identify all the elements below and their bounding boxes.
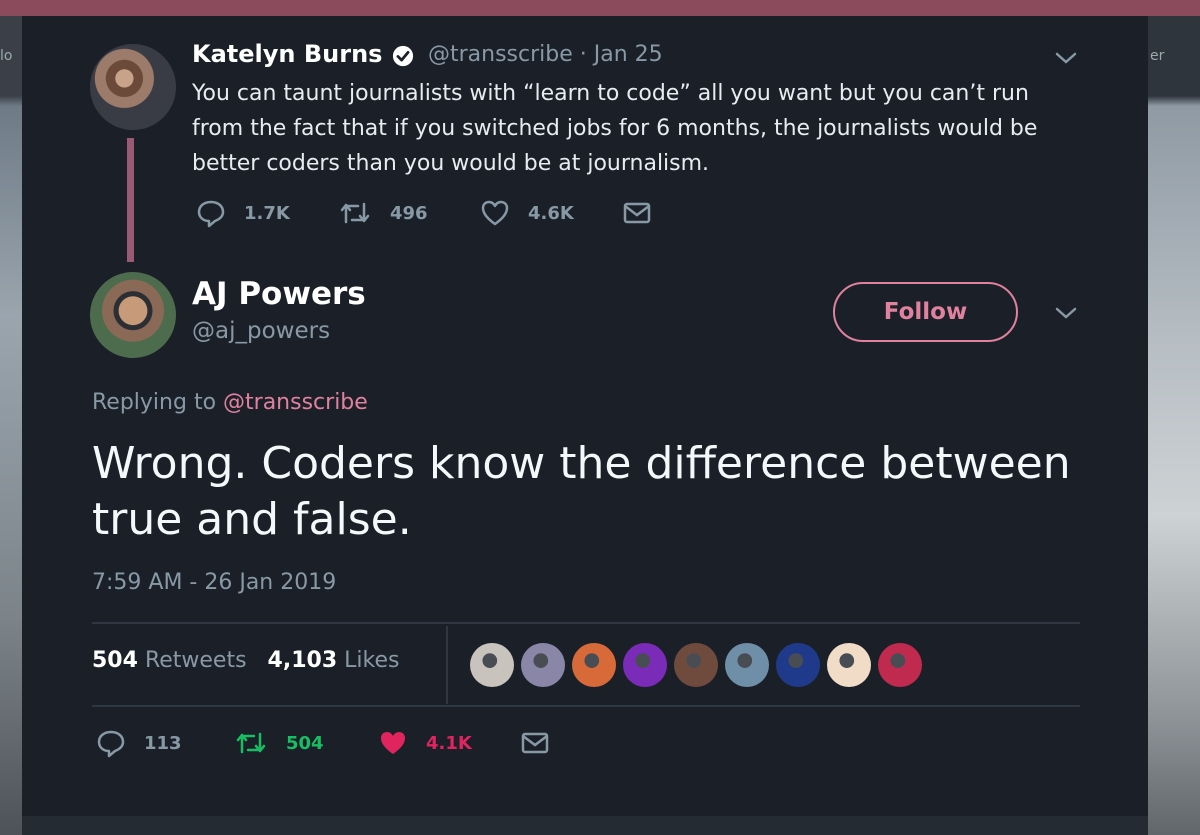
replying-to: Replying to @transscribe <box>92 390 368 415</box>
liker-avatar[interactable] <box>776 643 820 687</box>
card-footer-strip <box>22 816 1148 835</box>
thread-connector <box>127 138 134 262</box>
retweet-icon <box>340 202 370 224</box>
divider <box>92 705 1080 707</box>
verified-badge-icon <box>392 45 414 67</box>
author-handle[interactable]: @aj_powers <box>192 318 330 344</box>
retweet-count: 496 <box>390 202 428 224</box>
chevron-down-icon[interactable] <box>1054 305 1078 321</box>
parent-handle-date[interactable]: @transscribe · Jan 25 <box>428 42 663 67</box>
direct-message-button[interactable] <box>520 728 568 758</box>
likes-stat[interactable]: 4,103 Likes <box>268 648 400 673</box>
avatar-katelyn-burns[interactable] <box>90 44 176 130</box>
divider-vertical <box>446 626 448 704</box>
chevron-down-icon[interactable] <box>1054 50 1078 66</box>
avatar-aj-powers[interactable] <box>90 272 176 358</box>
heart-icon <box>481 200 509 226</box>
retweet-button[interactable]: 496 <box>338 198 428 228</box>
replying-prefix: Replying to <box>92 390 224 415</box>
direct-message-button[interactable] <box>622 198 670 228</box>
parent-author-name[interactable]: Katelyn Burns <box>192 40 382 68</box>
like-count: 4.6K <box>528 202 574 224</box>
reply-icon <box>97 730 125 758</box>
background-left <box>0 16 22 835</box>
reply-button[interactable]: 1.7K <box>196 198 290 228</box>
liker-avatar[interactable] <box>674 643 718 687</box>
tweet-text: Wrong. Coders know the difference betwee… <box>92 438 1071 545</box>
background-right-text: er <box>1150 48 1165 64</box>
background-left-text: lo <box>0 48 13 64</box>
reply-count: 1.7K <box>244 202 290 224</box>
like-count: 4.1K <box>426 732 472 754</box>
reply-count: 113 <box>144 732 182 754</box>
tweet-timestamp[interactable]: 7:59 AM - 26 Jan 2019 <box>92 570 336 595</box>
liker-avatar[interactable] <box>878 643 922 687</box>
envelope-icon <box>521 732 549 754</box>
reply-icon <box>197 200 225 228</box>
retweet-count: 504 <box>286 732 324 754</box>
liker-avatar[interactable] <box>521 643 565 687</box>
like-button[interactable]: 4.6K <box>480 198 574 228</box>
reply-button[interactable]: 113 <box>96 728 182 758</box>
divider <box>92 622 1080 624</box>
top-bar <box>0 0 1200 16</box>
engagement-stats: 504 Retweets 4,103 Likes <box>92 648 399 673</box>
retweets-stat-count: 504 <box>92 648 138 673</box>
retweets-stat-label: Retweets <box>144 648 247 673</box>
liker-avatar[interactable] <box>623 643 667 687</box>
liker-avatar[interactable] <box>572 643 616 687</box>
like-button[interactable]: 4.1K <box>378 728 472 758</box>
likes-stat-label: Likes <box>344 648 400 673</box>
parent-tweet-text: You can taunt journalists with “learn to… <box>192 81 1038 176</box>
liker-avatar[interactable] <box>827 643 871 687</box>
retweet-icon <box>236 732 266 754</box>
background-right <box>1148 16 1200 835</box>
author-name[interactable]: AJ Powers <box>192 276 366 312</box>
retweets-stat[interactable]: 504 Retweets <box>92 648 247 673</box>
retweet-button[interactable]: 504 <box>234 728 324 758</box>
liker-avatar[interactable] <box>470 643 514 687</box>
liker-avatar[interactable] <box>725 643 769 687</box>
envelope-icon <box>623 202 651 224</box>
replying-mention-link[interactable]: @transscribe <box>223 390 368 415</box>
follow-button[interactable]: Follow <box>833 282 1018 342</box>
heart-icon <box>381 732 405 754</box>
likes-stat-count: 4,103 <box>267 648 338 673</box>
